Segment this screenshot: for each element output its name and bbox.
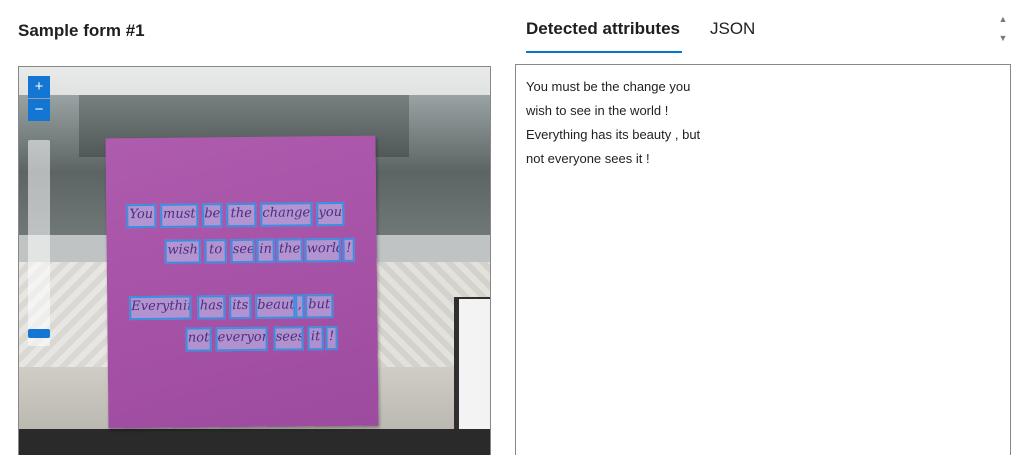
- word-box[interactable]: in: [256, 238, 275, 263]
- word-box[interactable]: to: [204, 239, 227, 264]
- word-box[interactable]: has: [197, 295, 226, 320]
- word-box[interactable]: be: [202, 203, 223, 228]
- detected-text-line: Everything has its beauty , but: [526, 127, 701, 142]
- zoom-in-button[interactable]: +: [28, 76, 50, 98]
- word-box[interactable]: change: [260, 202, 313, 227]
- scroll-up-arrow-icon[interactable]: ▲: [996, 14, 1010, 24]
- word-box[interactable]: sees: [273, 326, 304, 351]
- word-box[interactable]: beauty: [255, 294, 296, 319]
- word-box[interactable]: world: [304, 237, 341, 263]
- word-box[interactable]: !: [325, 326, 338, 351]
- word-box[interactable]: You: [126, 203, 157, 229]
- word-box[interactable]: see: [230, 238, 255, 264]
- word-box[interactable]: everyone: [215, 326, 268, 352]
- word-box[interactable]: but: [305, 294, 334, 319]
- zoom-slider-thumb[interactable]: [28, 329, 50, 338]
- sticky-note: You must be the change you wish to see i…: [105, 135, 379, 429]
- form-title: Sample form #1: [18, 21, 145, 40]
- word-box[interactable]: !: [342, 237, 355, 262]
- photo-bottom: [19, 429, 490, 455]
- tab-json[interactable]: JSON: [710, 19, 755, 53]
- detected-attributes-panel[interactable]: You must be the change you wish to see i…: [515, 64, 1011, 455]
- tab-detected-attributes[interactable]: Detected attributes: [526, 19, 682, 53]
- scroll-down-arrow-icon[interactable]: ▼: [996, 33, 1010, 43]
- detected-text-line: not everyone sees it !: [526, 151, 650, 166]
- detected-text-line: wish to see in the world !: [526, 103, 669, 118]
- zoom-slider-track[interactable]: [28, 140, 50, 346]
- word-box[interactable]: the: [226, 202, 257, 228]
- word-box[interactable]: not: [185, 327, 212, 352]
- image-viewer[interactable]: You must be the change you wish to see i…: [18, 66, 491, 455]
- word-box[interactable]: must: [160, 203, 199, 228]
- word-box[interactable]: its: [229, 294, 252, 320]
- word-box[interactable]: wish: [164, 239, 201, 264]
- result-tabs: Detected attributes JSON: [526, 19, 783, 53]
- word-box[interactable]: you: [316, 201, 345, 227]
- word-box[interactable]: Everything: [129, 295, 192, 321]
- word-box[interactable]: the: [276, 238, 303, 263]
- word-box[interactable]: it: [307, 326, 324, 351]
- zoom-out-button[interactable]: −: [28, 99, 50, 121]
- detected-text-line: You must be the change you: [526, 79, 691, 94]
- word-box[interactable]: ,: [295, 294, 305, 319]
